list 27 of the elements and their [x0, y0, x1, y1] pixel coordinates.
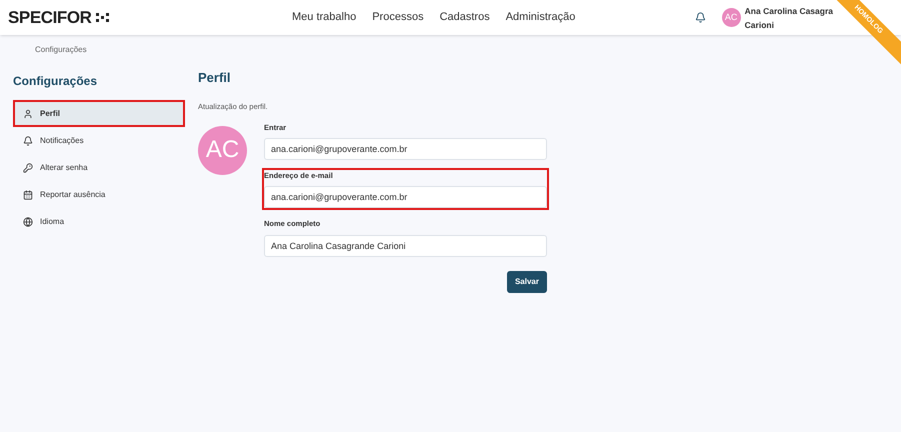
- logo-dots-icon: [96, 12, 110, 22]
- page-title: Perfil: [198, 69, 232, 87]
- bell-icon: [23, 136, 33, 146]
- sidebar-title: Configurações: [13, 73, 98, 90]
- breadcrumb[interactable]: Configurações: [35, 44, 87, 56]
- sidebar-item[interactable]: Idioma: [13, 208, 185, 235]
- logo[interactable]: SPECIFOR: [8, 4, 92, 30]
- input-field[interactable]: ana.carioni@grupoverante.com.br: [264, 186, 547, 208]
- input-field[interactable]: Ana Carolina Casagrande Carioni: [264, 234, 547, 256]
- nav-link[interactable]: Meu trabalho: [292, 9, 356, 26]
- nav-link[interactable]: Administração: [506, 9, 576, 26]
- sidebar-item[interactable]: Perfil: [13, 100, 185, 127]
- sidebar-item[interactable]: Reportar ausência: [13, 181, 185, 208]
- globe-icon: [23, 216, 33, 226]
- key-icon: [23, 162, 33, 172]
- calendar-icon: [23, 190, 33, 200]
- person-icon: [23, 108, 33, 118]
- input-field[interactable]: ana.carioni@grupoverante.com.br: [264, 138, 547, 160]
- nav-link[interactable]: Cadastros: [440, 9, 490, 26]
- profile-avatar: AC: [198, 126, 247, 175]
- user-name: Carioni: [744, 18, 775, 32]
- user-name: Ana Carolina Casagra: [744, 4, 833, 18]
- sidebar-item[interactable]: Alterar senha: [13, 154, 185, 181]
- nav-link[interactable]: Processos: [372, 9, 424, 26]
- save-button[interactable]: Salvar: [506, 270, 547, 292]
- sidebar-item[interactable]: Notificações: [13, 127, 185, 154]
- bell-icon[interactable]: [694, 12, 706, 23]
